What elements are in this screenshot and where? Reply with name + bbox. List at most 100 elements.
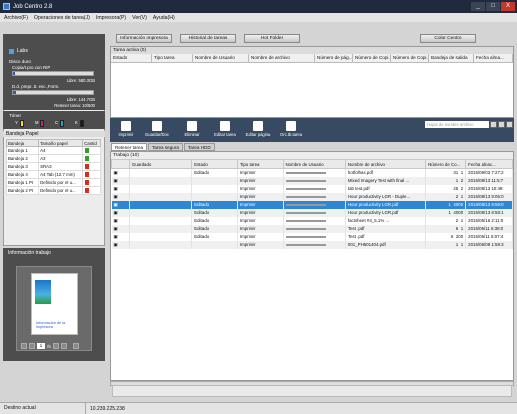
app-icon	[3, 3, 10, 10]
job-icon: ▣	[111, 192, 130, 201]
edit-job-button[interactable]: Editar tarea	[211, 121, 239, 140]
job-copy-count: 2	[460, 178, 464, 183]
save-label: Guardar/Doc	[145, 132, 169, 137]
tray-row[interactable]: Bandeja 2 A3	[5, 154, 101, 163]
tray-row[interactable]: Bandeja 3 SRA3	[5, 162, 101, 171]
active-jobs-title: Tarea activa (0)	[111, 47, 513, 54]
col-estado[interactable]: Estado	[111, 54, 152, 62]
prev-page-icon[interactable]	[29, 343, 35, 349]
print-button[interactable]: Imprimir	[112, 121, 140, 140]
job-row[interactable]: ▣ Editado Imprimir Hour productivity LGR.pd…	[111, 208, 513, 217]
edit-page-label: Editar página	[245, 132, 271, 137]
qty-col-header[interactable]: Cantid	[82, 139, 101, 147]
maximize-button[interactable]: □	[486, 2, 500, 11]
job-history-button[interactable]: Historial de tareas	[180, 34, 236, 43]
job-row[interactable]: ▣ Editado Imprimir Test .pdf 6 200 2015/06/11…	[111, 232, 513, 241]
col-bandeja-salida[interactable]: Bandeja de salida	[429, 54, 474, 62]
job-guardado	[129, 184, 193, 193]
tab-hdd[interactable]: Tarea HDD	[183, 143, 215, 151]
col-icon[interactable]	[111, 159, 130, 169]
close-button[interactable]: X	[501, 2, 515, 11]
tab-segura[interactable]: Tarea segura	[148, 143, 183, 151]
col-archivo[interactable]: Nombre de archivo	[344, 159, 427, 169]
edit-page-button[interactable]: Editar página	[244, 121, 272, 140]
page-nav: 1 /5	[21, 343, 79, 349]
job-icon: ▣	[111, 184, 130, 193]
col-tipo[interactable]: Tipo tarea	[236, 159, 284, 169]
size-col-header[interactable]: Tamaño papel	[38, 139, 84, 147]
col-copias[interactable]: Número de Co...	[425, 159, 467, 169]
menu-archivo[interactable]: Archivo(F)	[4, 15, 28, 21]
col-estado[interactable]: Estado	[191, 159, 238, 169]
col-fecha[interactable]: Fecha alnac...	[465, 159, 513, 169]
search-down-icon[interactable]	[498, 121, 505, 128]
job-copy-count: 1	[460, 194, 464, 199]
job-icon: ▣	[111, 240, 130, 249]
menu-ayuda[interactable]: Ayuda(H)	[153, 15, 175, 21]
held-jobs-panel: Trabajo (10) Guardado Estado Tipo tarea …	[110, 151, 514, 381]
redacted-user	[285, 219, 326, 222]
job-row[interactable]: ▣ Editado Imprimir Test .pdf 6 1 2015/06/11 6…	[111, 224, 513, 233]
active-jobs-header: Estado Tipo tarea Nombre de Usuario Nomb…	[111, 54, 513, 63]
save-doc-button[interactable]: Guardar/Doc	[143, 121, 171, 140]
next-page-icon[interactable]	[52, 343, 59, 349]
menu-impresora[interactable]: Impresora(P)	[96, 15, 126, 21]
tray-name: Bandeja 4	[5, 170, 40, 179]
search-up-icon[interactable]	[506, 121, 513, 128]
job-user	[283, 176, 346, 185]
color-centro-button[interactable]: Color Centro	[420, 34, 476, 43]
last-page-icon[interactable]	[60, 343, 67, 349]
zoom-icon[interactable]	[72, 343, 79, 349]
disk1-fill	[13, 72, 16, 75]
redacted-user	[285, 172, 326, 175]
hot-folder-button[interactable]: Hot Folder	[244, 34, 300, 43]
page-current-input[interactable]: 1	[37, 343, 45, 349]
menu-operaciones[interactable]: Operaciones de tarea(J)	[34, 15, 90, 21]
job-row[interactable]: ▣ Imprimir 001_PH501404.pdf 1 1 2015/06/09 1…	[111, 240, 513, 249]
tray-row[interactable]: Bandeja 1 A4	[5, 146, 101, 155]
job-pages: 6	[455, 226, 459, 231]
col-paginas[interactable]: Número de pág...	[315, 54, 353, 62]
col-usuario[interactable]: Nombre de Usuario	[282, 159, 346, 169]
tray-row[interactable]: Bandeja 1 PI Definido por el u...	[5, 178, 101, 187]
job-row[interactable]: ▣ Editado Imprimir hotfolhas.pdf 31 1 2015/09…	[111, 168, 513, 177]
tray-row[interactable]: Bandeja 2 PI Definido por el u...	[5, 186, 101, 195]
job-row[interactable]: ▣ Editado Imprimir factsheet #4_5.1% ... 2 1…	[111, 216, 513, 225]
col-archivo[interactable]: Nombre de archivo	[249, 54, 315, 62]
job-date: 2015/08/13 8:58:1	[465, 208, 513, 217]
job-row[interactable]: ▣ Imprimir tab test.pdf 25 2 2015/08/13 10:4…	[111, 184, 513, 193]
paper-tray-label: Bandeja Papel	[3, 131, 105, 137]
col-copias2[interactable]: Número de Copi...	[391, 54, 429, 62]
job-file: hotfolhas.pdf	[345, 168, 427, 177]
job-copies: 6 1	[425, 224, 467, 233]
menu-ver[interactable]: Ver(V)	[132, 15, 147, 21]
tray-qty	[82, 186, 101, 195]
tray-col-header[interactable]: Bandeja	[5, 139, 40, 147]
toner-c-level	[60, 120, 64, 127]
job-icon: ▣	[111, 176, 130, 185]
order-label: Orc.tb.tarea	[279, 132, 303, 137]
search-input[interactable]: Hojas de nombre archivo	[425, 121, 489, 128]
job-row[interactable]: ▣ Imprimir Hour productivity LGR - Duple..…	[111, 192, 513, 201]
tray-row[interactable]: Bandeja 4 A4 Tab (12.7 mm)	[5, 170, 101, 179]
search-icon[interactable]	[490, 121, 497, 128]
job-type: Imprimir	[237, 240, 284, 249]
job-file: 001_PH501404.pdf	[345, 240, 427, 249]
col-fecha[interactable]: Fecha alma...	[474, 54, 513, 62]
minimize-button[interactable]: _	[471, 2, 485, 11]
tab-retener[interactable]: Retener tarea	[111, 143, 148, 151]
delete-button[interactable]: Eliminar	[178, 121, 206, 140]
col-tipo[interactable]: Tipo tarea	[152, 54, 193, 62]
job-state: Editado	[191, 168, 238, 177]
job-row[interactable]: ▣ Editado Imprimir Hour productivity LGR.pd…	[111, 200, 513, 209]
col-usuario[interactable]: Nombre de Usuario	[193, 54, 249, 62]
order-job-button[interactable]: Orc.tb.tarea	[277, 121, 305, 140]
disk1-bar	[12, 71, 94, 76]
col-copias1[interactable]: Número de Copi...	[353, 54, 391, 62]
job-copy-count: 4000	[453, 210, 464, 215]
job-row[interactable]: ▣ Imprimir Mixed Imagery Test with final .…	[111, 176, 513, 185]
col-guardado[interactable]: Guardado	[128, 159, 193, 169]
job-icon: ▣	[111, 232, 130, 241]
first-page-icon[interactable]	[21, 343, 27, 349]
printer-info-button[interactable]: Información impresora	[116, 34, 172, 43]
